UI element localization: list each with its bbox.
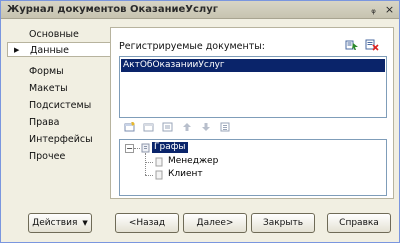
tree-connector bbox=[134, 148, 140, 149]
tree-root-label[interactable]: Графы bbox=[152, 142, 188, 153]
help-button[interactable]: Справка bbox=[327, 213, 391, 233]
tree-connector bbox=[145, 175, 153, 176]
add-subcolumn-icon[interactable] bbox=[162, 122, 174, 132]
collapse-glyph: − bbox=[126, 144, 133, 153]
nav-item-label: Интерфейсы bbox=[29, 134, 93, 145]
nav-item-label: Данные bbox=[30, 45, 70, 56]
nav-item-label: Прочее bbox=[29, 151, 66, 162]
column-field-icon bbox=[155, 170, 163, 180]
columns-tree[interactable]: − Графы Менеджер Клиент bbox=[119, 139, 387, 196]
move-up-icon[interactable] bbox=[181, 122, 193, 132]
properties-icon[interactable] bbox=[219, 122, 231, 132]
next-button[interactable]: Далее> bbox=[183, 213, 247, 233]
nav-item-rights[interactable]: Права bbox=[7, 115, 107, 130]
close-icon[interactable]: × bbox=[383, 3, 396, 16]
close-button[interactable]: Закрыть bbox=[251, 213, 315, 233]
clear-documents-icon[interactable] bbox=[365, 39, 379, 51]
back-button[interactable]: <Назад bbox=[115, 213, 179, 233]
back-label: <Назад bbox=[128, 218, 166, 228]
columns-folder-icon bbox=[141, 143, 150, 153]
actions-button[interactable]: Действия ▼ bbox=[28, 213, 92, 233]
nav-item-other[interactable]: Прочее bbox=[7, 149, 107, 164]
title-bar: Журнал документов ОказаниеУслуг ᵩ × bbox=[1, 1, 399, 19]
expand-toggle-icon[interactable]: − bbox=[125, 144, 134, 153]
remove-column-icon[interactable] bbox=[143, 122, 155, 132]
dropdown-arrow-icon: ▼ bbox=[82, 219, 88, 227]
actions-label: Действия bbox=[32, 218, 78, 228]
list-item[interactable]: АктОбОказанииУслуг bbox=[121, 59, 385, 72]
nav-item-subsystems[interactable]: Подсистемы bbox=[7, 98, 107, 113]
nav-item-interfaces[interactable]: Интерфейсы bbox=[7, 132, 107, 147]
window-title: Журнал документов ОказаниеУслуг bbox=[7, 4, 218, 15]
tree-connector bbox=[145, 153, 146, 175]
next-label: Далее> bbox=[196, 218, 234, 228]
registered-documents-list[interactable]: АктОбОказанииУслуг bbox=[119, 56, 387, 118]
help-label: Справка bbox=[339, 218, 379, 228]
nav-item-forms[interactable]: Формы bbox=[7, 64, 107, 79]
dialog-window: Журнал документов ОказаниеУслуг ᵩ × Осно… bbox=[0, 0, 400, 243]
registered-documents-label: Регистрируемые документы: bbox=[119, 41, 265, 52]
tree-connector bbox=[145, 162, 153, 163]
content-panel: Регистрируемые документы: АктОбОказанииУ… bbox=[110, 27, 394, 199]
nav-item-main[interactable]: Основные bbox=[7, 27, 107, 42]
add-column-icon[interactable] bbox=[124, 122, 136, 132]
nav-item-data[interactable]: ▶ Данные bbox=[7, 42, 110, 57]
column-field-icon bbox=[155, 157, 163, 167]
move-down-icon[interactable] bbox=[200, 122, 212, 132]
select-documents-icon[interactable] bbox=[345, 39, 359, 51]
nav-item-templates[interactable]: Макеты bbox=[7, 81, 107, 96]
active-marker-icon: ▶ bbox=[14, 46, 20, 54]
nav-item-label: Формы bbox=[29, 66, 64, 77]
nav-item-label: Права bbox=[29, 117, 60, 128]
pin-icon[interactable]: ᵩ bbox=[367, 3, 380, 16]
tree-item-label[interactable]: Клиент bbox=[168, 169, 203, 180]
nav-item-label: Основные bbox=[29, 29, 79, 40]
sidebar-nav: Основные ▶ Данные Формы Макеты Подсистем… bbox=[7, 27, 110, 199]
nav-item-label: Макеты bbox=[29, 83, 68, 94]
tree-item-label[interactable]: Менеджер bbox=[168, 156, 218, 167]
nav-item-label: Подсистемы bbox=[29, 100, 92, 111]
close-label: Закрыть bbox=[262, 218, 304, 228]
list-item-label: АктОбОказанииУслуг bbox=[123, 60, 225, 70]
